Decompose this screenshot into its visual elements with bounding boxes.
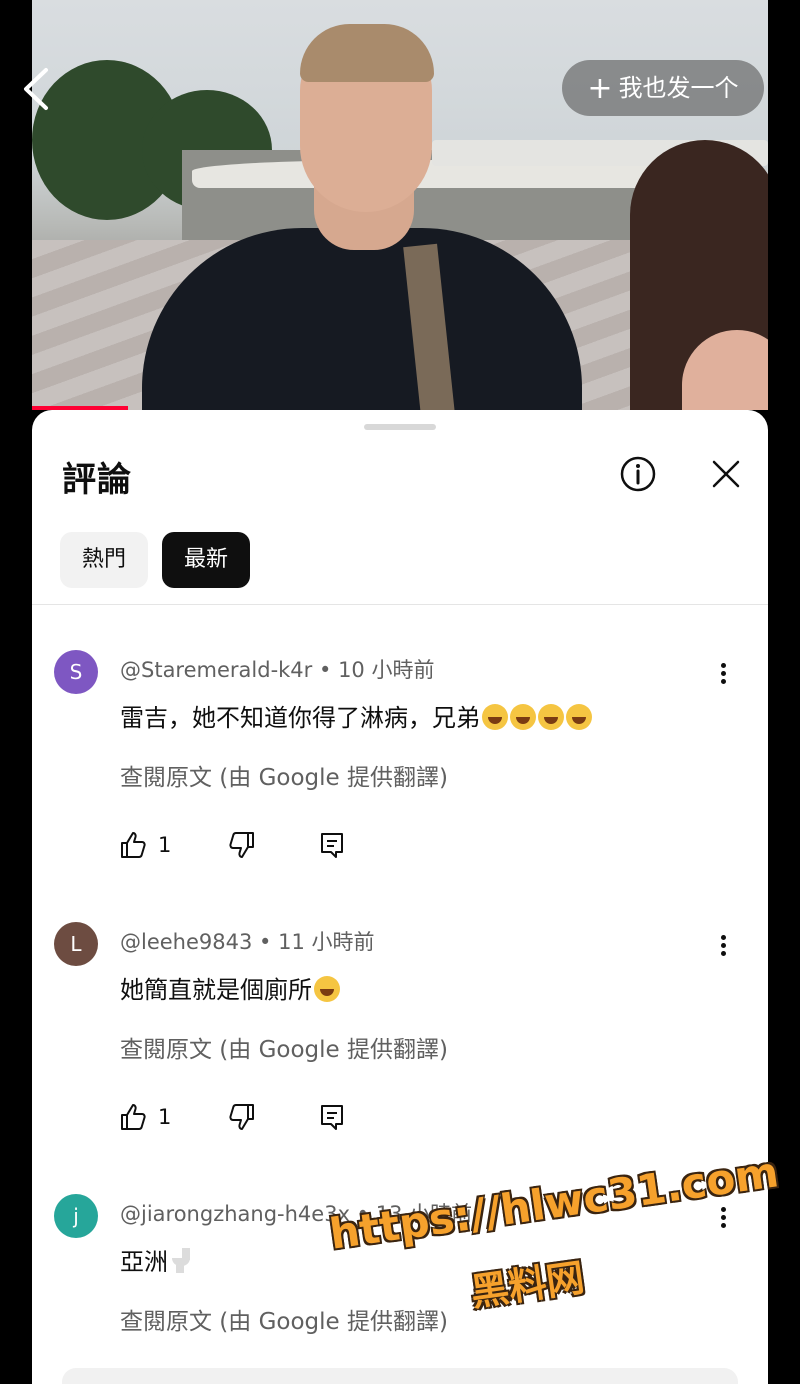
add-comment-bar[interactable] [62, 1368, 738, 1384]
comments-sheet: 評論 熱門 最新 S @Staremerald-k4r • 10 小時前 雷吉，… [32, 410, 768, 1384]
dislike-button[interactable] [227, 830, 257, 860]
comment-actions: 1 [118, 828, 347, 862]
comment-author[interactable]: @jiarongzhang-h4e3x [120, 1202, 350, 1226]
comment-meta: @leehe9843 • 11 小時前 [120, 930, 375, 954]
more-options-button[interactable] [712, 1204, 734, 1238]
chip-newest[interactable]: 最新 [162, 532, 251, 588]
avatar[interactable]: L [54, 922, 98, 966]
sheet-title: 評論 [62, 460, 132, 500]
comment-text-row: 亞洲 [120, 1242, 192, 1277]
more-options-button[interactable] [712, 660, 734, 694]
comment-actions: 1 [118, 1100, 347, 1134]
grinning-squint-face-icon [538, 704, 564, 730]
reply-button[interactable] [317, 1102, 347, 1132]
chevron-left-icon [24, 68, 48, 110]
like-button[interactable]: 1 [118, 830, 171, 860]
reply-comment-icon [321, 833, 344, 858]
more-vert-icon [712, 663, 734, 684]
comment-text: 亞洲 [120, 1248, 168, 1276]
see-original-link[interactable]: 查閱原文 (由 Google 提供翻譯) [120, 758, 448, 792]
close-button[interactable] [708, 456, 744, 492]
grinning-squint-face-icon [482, 704, 508, 730]
see-original-link[interactable]: 查閱原文 (由 Google 提供翻譯) [120, 1302, 448, 1336]
drag-handle[interactable] [364, 424, 436, 430]
comment-text-row: 雷吉，她不知道你得了淋病，兄弟 [120, 698, 592, 733]
thumbs-down-icon [229, 1104, 255, 1130]
create-button[interactable]: + 我也发一个 [562, 60, 764, 116]
thumbs-down-icon [229, 832, 255, 858]
sort-chips: 熱門 最新 [60, 532, 251, 588]
thumbs-up-icon [121, 832, 146, 858]
comment-time: 10 小時前 [338, 658, 435, 682]
avatar[interactable]: S [54, 650, 98, 694]
more-vert-icon [712, 935, 734, 956]
comment-text: 雷吉，她不知道你得了淋病，兄弟 [120, 704, 480, 732]
divider [32, 604, 768, 605]
comment-time: 11 小時前 [278, 930, 375, 954]
plus-icon: + [587, 71, 613, 106]
comment-author[interactable]: @leehe9843 [120, 930, 252, 954]
more-options-button[interactable] [712, 932, 734, 966]
like-count: 1 [158, 833, 172, 857]
grinning-squint-face-icon [510, 704, 536, 730]
comment-text: 她簡直就是個廁所 [120, 976, 312, 1004]
like-count: 1 [158, 1105, 172, 1129]
create-button-label: 我也发一个 [618, 74, 739, 102]
info-button[interactable] [620, 456, 656, 492]
close-icon [712, 460, 740, 488]
comment-meta: @Staremerald-k4r • 10 小時前 [120, 658, 435, 682]
see-original-link[interactable]: 查閱原文 (由 Google 提供翻譯) [120, 1030, 448, 1064]
like-button[interactable]: 1 [118, 1102, 171, 1132]
info-icon [620, 456, 656, 492]
comment-time: 13 小時前 [375, 1202, 473, 1226]
thumbs-up-icon [121, 1104, 146, 1130]
grinning-squint-face-icon [314, 976, 340, 1002]
dislike-button[interactable] [227, 1102, 257, 1132]
comment-text-row: 她簡直就是個廁所 [120, 970, 340, 1005]
comment-author[interactable]: @Staremerald-k4r [120, 658, 312, 682]
grinning-squint-face-icon [566, 704, 592, 730]
more-vert-icon [712, 1207, 734, 1228]
man-hair [300, 24, 434, 82]
avatar[interactable]: j [54, 1194, 98, 1238]
reply-button[interactable] [317, 830, 347, 860]
comment-meta: @jiarongzhang-h4e3x • 13 小時前 [120, 1202, 473, 1226]
reply-comment-icon [321, 1105, 344, 1130]
chip-top[interactable]: 熱門 [60, 532, 149, 588]
toilet-icon [170, 1248, 192, 1274]
back-button[interactable] [20, 66, 60, 112]
